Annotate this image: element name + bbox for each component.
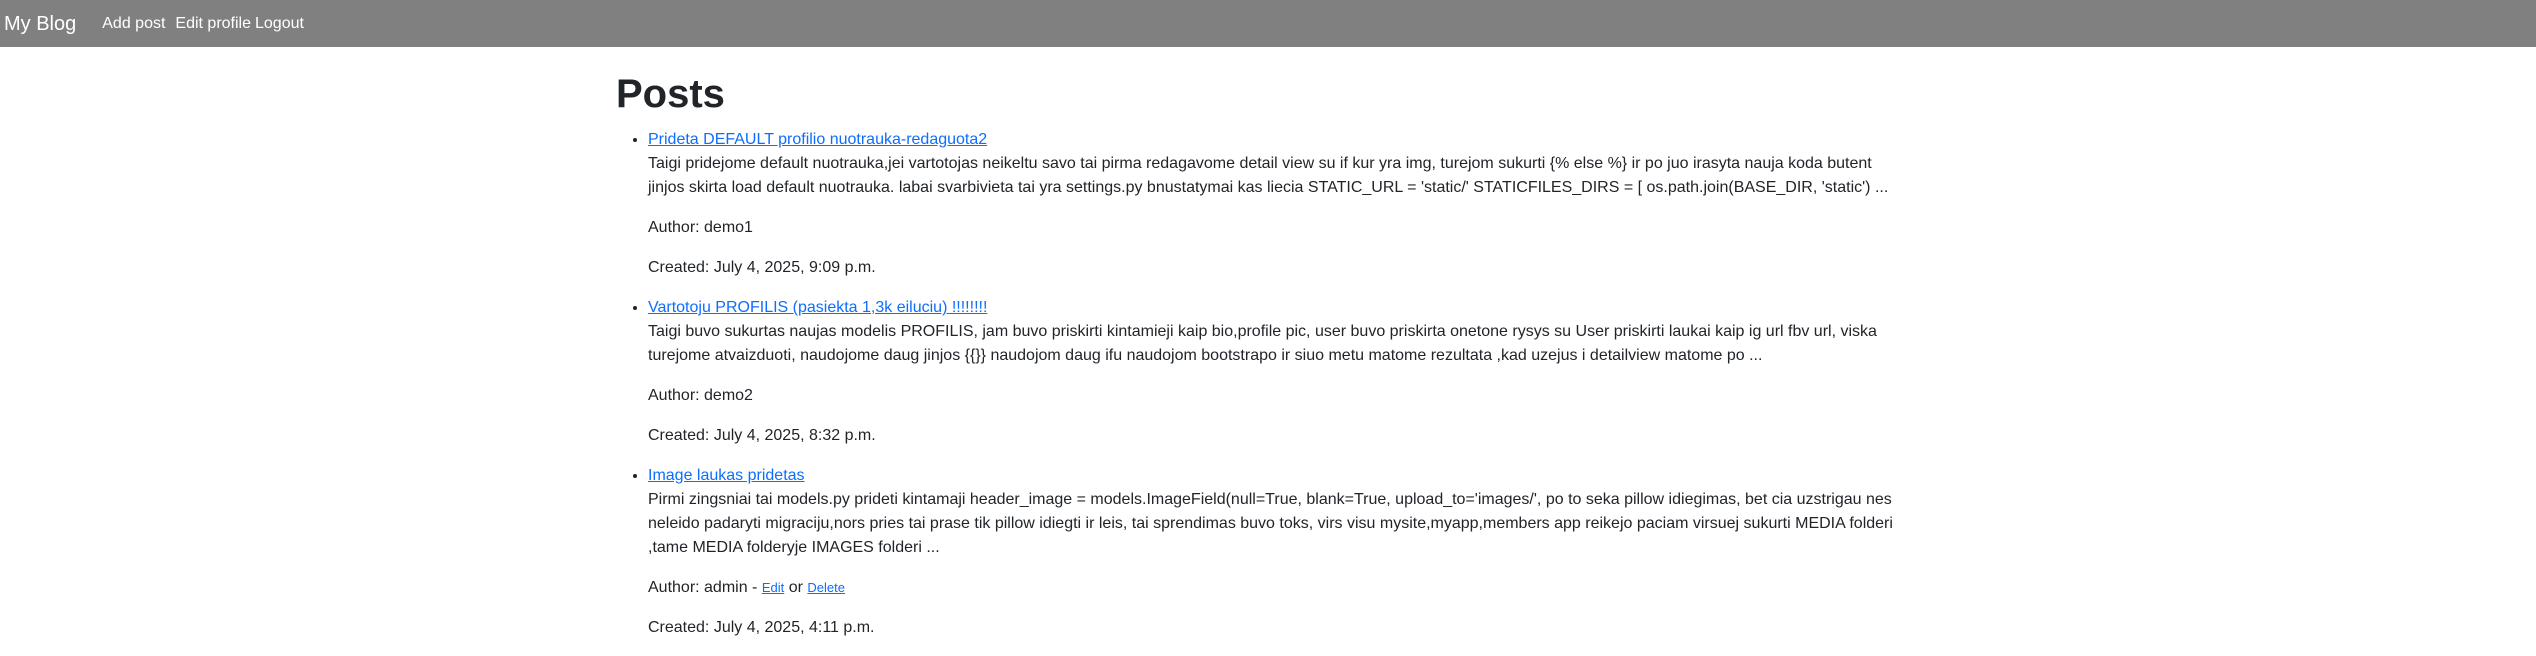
post-created: Created: July 4, 2025, 4:11 p.m. — [648, 619, 875, 636]
post-excerpt: Taigi buvo sukurtas naujas modelis PROFI… — [648, 323, 1877, 364]
post-author-row: Author: admin - Edit or Delete — [648, 576, 1896, 600]
post-excerpt: Pirmi zingsniai tai models.py prideti ki… — [648, 491, 1893, 556]
post-title-link[interactable]: Image laukas pridetas — [648, 467, 805, 484]
post-author: Author: demo2 — [648, 387, 753, 404]
nav-logout-link[interactable]: Logout — [255, 15, 304, 32]
post-title-link[interactable]: Vartotoju PROFILIS (pasiekta 1,3k eiluci… — [648, 299, 987, 316]
post-item: Vartotoju PROFILIS (pasiekta 1,3k eiluci… — [648, 296, 1896, 448]
post-created: Created: July 4, 2025, 9:09 p.m. — [648, 259, 876, 276]
nav-add-post-link[interactable]: Add post — [102, 15, 165, 32]
post-list: Prideta DEFAULT profilio nuotrauka-redag… — [616, 128, 1896, 640]
brand-link[interactable]: My Blog — [4, 14, 76, 34]
post-author: Author: admin - — [648, 579, 762, 596]
delete-post-link[interactable]: Delete — [807, 580, 845, 595]
or-separator: or — [788, 579, 803, 596]
post-item: Prideta DEFAULT profilio nuotrauka-redag… — [648, 128, 1896, 280]
post-created: Created: July 4, 2025, 8:32 p.m. — [648, 427, 876, 444]
post-title-link[interactable]: Prideta DEFAULT profilio nuotrauka-redag… — [648, 131, 987, 148]
post-author: Author: demo1 — [648, 219, 753, 236]
nav-edit-profile-link[interactable]: Edit profile — [175, 15, 251, 32]
page-title: Posts — [616, 72, 725, 116]
edit-post-link[interactable]: Edit — [762, 580, 784, 595]
post-excerpt: Taigi pridejome default nuotrauka,jei va… — [648, 155, 1889, 196]
post-item: Image laukas pridetas Pirmi zingsniai ta… — [648, 464, 1896, 640]
top-navbar: My Blog Add post Edit profile Logout — [0, 0, 2536, 47]
main-content: Posts Prideta DEFAULT profilio nuotrauka… — [616, 47, 1896, 656]
